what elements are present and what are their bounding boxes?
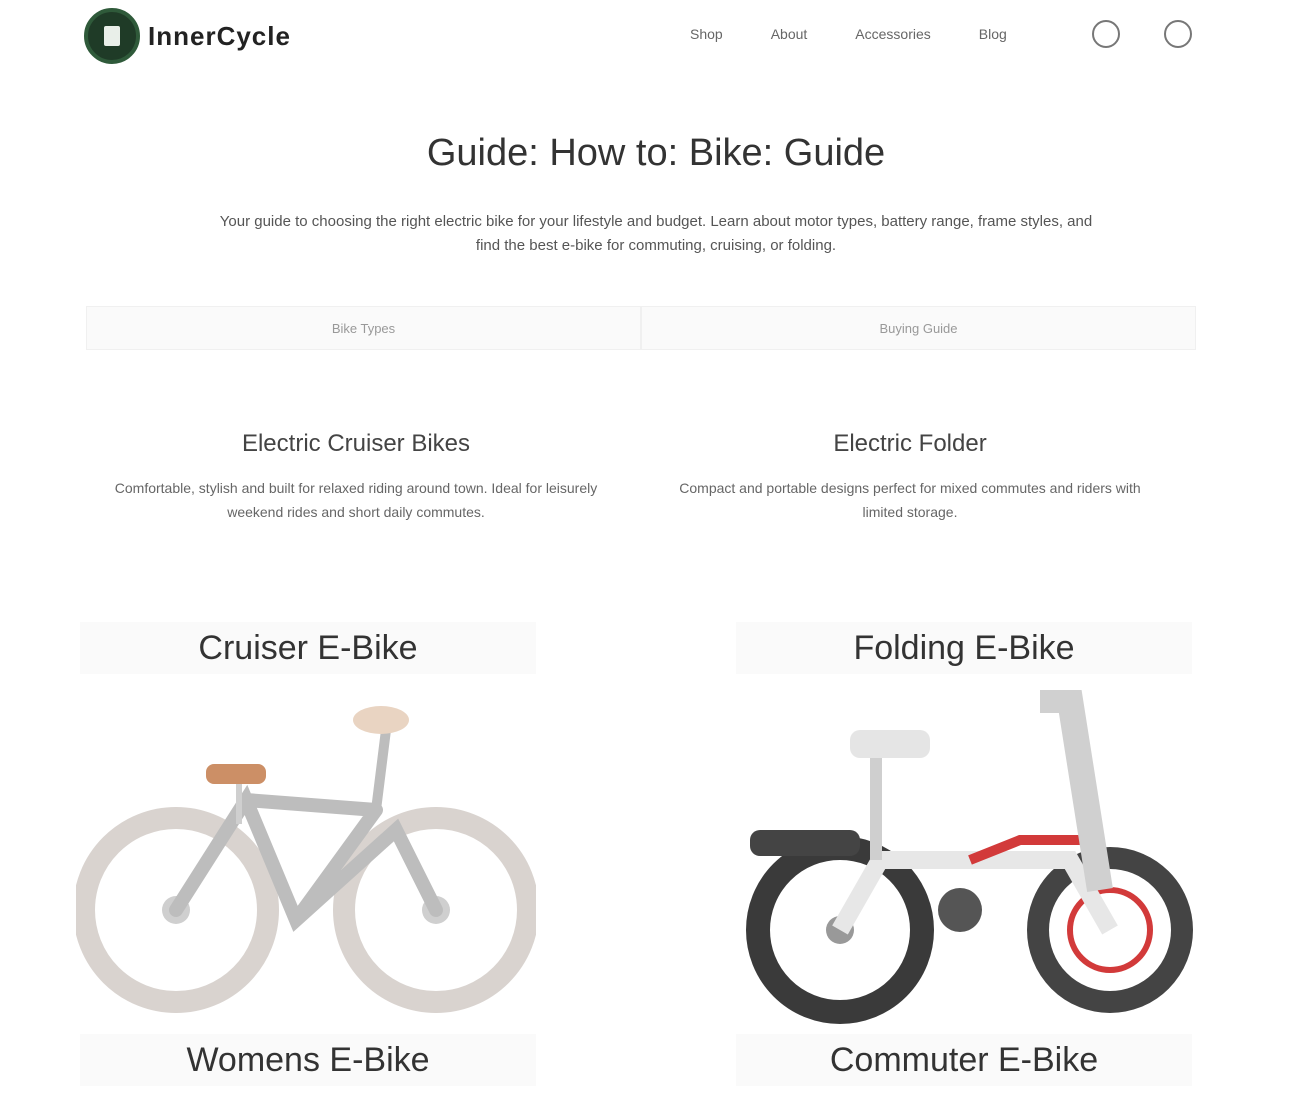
tab-bike-types[interactable]: Bike Types (86, 306, 641, 350)
cart-icon[interactable] (1164, 20, 1192, 48)
nav-shop[interactable]: Shop (690, 26, 723, 42)
seat-post (870, 750, 882, 860)
section-cruiser: Electric Cruiser Bikes Comfortable, styl… (106, 430, 606, 524)
guide-tabs: Bike Types Buying Guide (86, 306, 1196, 350)
bike-stem (371, 729, 391, 811)
chainring (938, 888, 982, 932)
header-icons (1092, 20, 1192, 48)
nav-blog[interactable]: Blog (979, 26, 1007, 42)
cruiser-bike-image[interactable] (76, 690, 536, 1030)
card-womens-caption[interactable]: Womens E-Bike (80, 1034, 536, 1086)
nav-about[interactable]: About (771, 26, 808, 42)
main-nav: Shop About Accessories Blog (690, 26, 1007, 42)
page-title: Guide: How to: Bike: Guide (426, 132, 886, 174)
tab-buying-guide[interactable]: Buying Guide (641, 306, 1196, 350)
rear-rack (750, 830, 860, 856)
card-folding-title[interactable]: Folding E-Bike (736, 622, 1192, 674)
section-folder-text: Compact and portable designs perfect for… (679, 480, 1141, 520)
saddle (850, 730, 930, 758)
logo[interactable]: InnerCycle (84, 8, 291, 64)
logo-text: InnerCycle (148, 20, 291, 51)
logo-badge-icon (84, 8, 140, 64)
nav-accessories[interactable]: Accessories (855, 26, 930, 42)
section-folder-title: Electric Folder (833, 430, 987, 457)
card-cruiser-title[interactable]: Cruiser E-Bike (80, 622, 536, 674)
seat-post (236, 784, 242, 824)
section-folder: Electric Folder Compact and portable des… (660, 430, 1160, 524)
site-header: InnerCycle Shop About Accessories Blog (0, 0, 1312, 80)
card-commuter-caption[interactable]: Commuter E-Bike (736, 1034, 1192, 1086)
search-icon[interactable] (1092, 20, 1120, 48)
section-cruiser-title: Electric Cruiser Bikes (241, 430, 471, 457)
folding-bike-image[interactable] (740, 690, 1200, 1030)
section-cruiser-text: Comfortable, stylish and built for relax… (114, 480, 598, 520)
saddle (206, 764, 266, 784)
handlebar (353, 706, 409, 734)
intro-text: Your guide to choosing the right electri… (219, 213, 1093, 254)
